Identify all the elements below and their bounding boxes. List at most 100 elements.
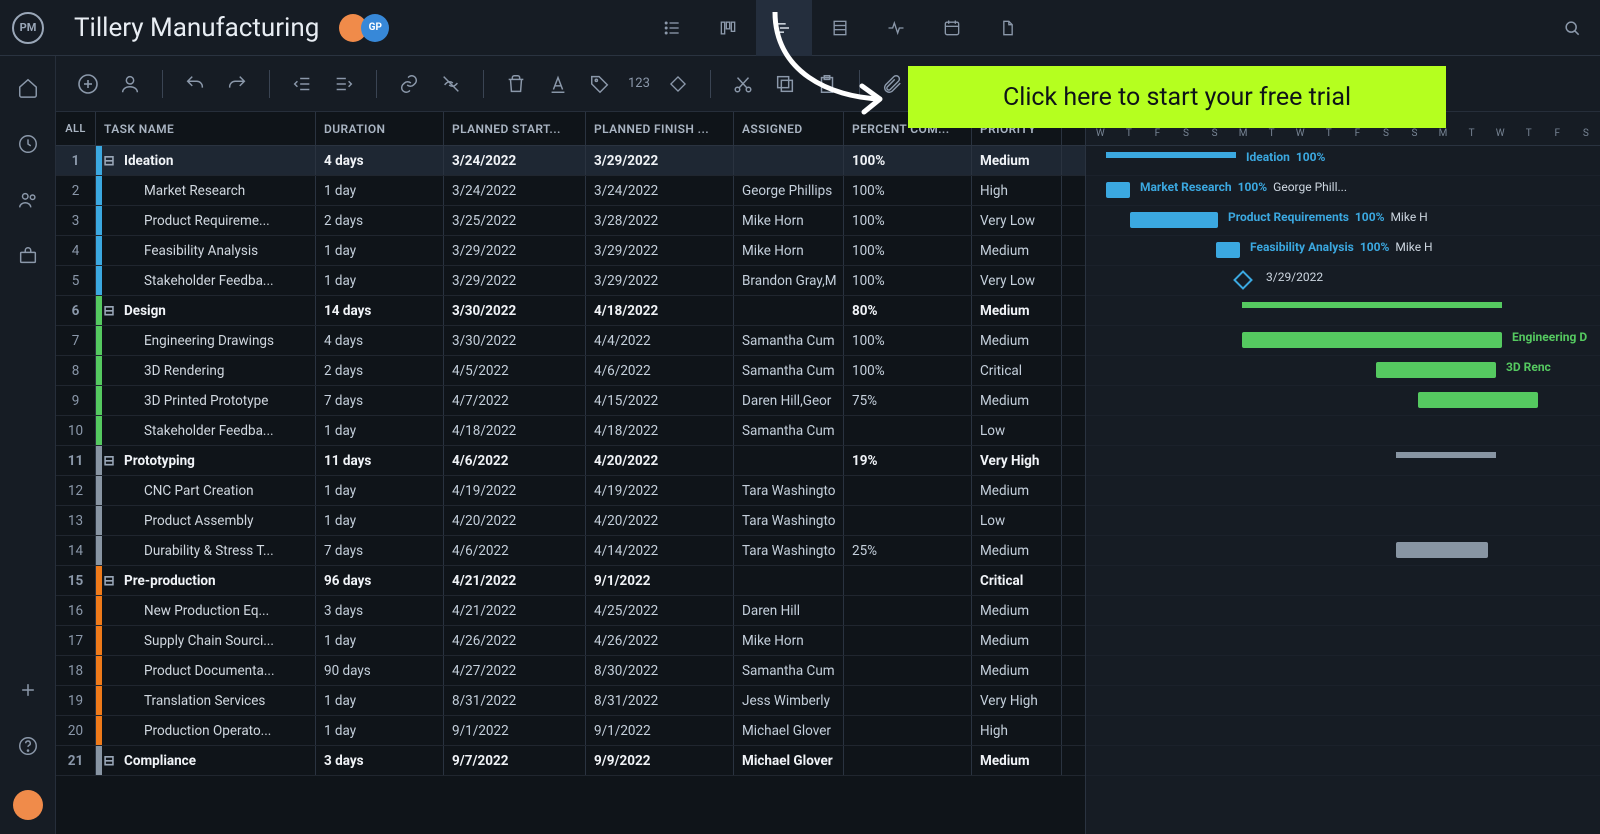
priority-cell[interactable]: Critical <box>972 566 1062 595</box>
app-logo[interactable]: PM <box>0 12 56 44</box>
expand-toggle[interactable]: ⊟ <box>102 153 116 169</box>
task-row[interactable]: 10Stakeholder Feedba...1 day4/18/20224/1… <box>56 416 1085 446</box>
redo-button[interactable] <box>223 70 251 98</box>
team-icon[interactable] <box>16 188 40 212</box>
priority-cell[interactable]: Very Low <box>972 266 1062 295</box>
planned-start-cell[interactable]: 4/18/2022 <box>444 416 586 445</box>
col-all[interactable]: ALL <box>56 112 96 145</box>
duration-cell[interactable]: 3 days <box>316 746 444 775</box>
assigned-cell[interactable] <box>734 296 844 325</box>
assigned-cell[interactable]: Samantha Cum <box>734 416 844 445</box>
paste-button[interactable] <box>813 70 841 98</box>
priority-cell[interactable]: Medium <box>972 296 1062 325</box>
number-format-button[interactable]: 123 <box>628 70 650 98</box>
assigned-cell[interactable]: Tara Washingto <box>734 476 844 505</box>
gantt-bar[interactable] <box>1376 362 1496 378</box>
assigned-cell[interactable]: Daren Hill,Geor <box>734 386 844 415</box>
planned-start-cell[interactable]: 4/19/2022 <box>444 476 586 505</box>
add-task-button[interactable] <box>74 70 102 98</box>
duration-cell[interactable]: 4 days <box>316 326 444 355</box>
percent-cell[interactable]: 100% <box>844 266 972 295</box>
task-row[interactable]: 19Translation Services1 day8/31/20228/31… <box>56 686 1085 716</box>
percent-cell[interactable] <box>844 686 972 715</box>
outdent-button[interactable] <box>288 70 316 98</box>
gantt-bar[interactable] <box>1396 452 1496 458</box>
percent-cell[interactable]: 80% <box>844 296 972 325</box>
calendar-view-tab[interactable] <box>924 0 980 56</box>
task-row[interactable]: 5Stakeholder Feedba...1 day3/29/20223/29… <box>56 266 1085 296</box>
undo-button[interactable] <box>181 70 209 98</box>
copy-button[interactable] <box>771 70 799 98</box>
planned-start-cell[interactable]: 3/24/2022 <box>444 146 586 175</box>
gantt-bar[interactable] <box>1242 332 1502 348</box>
planned-start-cell[interactable]: 4/26/2022 <box>444 626 586 655</box>
priority-cell[interactable]: Medium <box>972 236 1062 265</box>
priority-cell[interactable]: Very High <box>972 446 1062 475</box>
planned-start-cell[interactable]: 9/1/2022 <box>444 716 586 745</box>
planned-start-cell[interactable]: 4/20/2022 <box>444 506 586 535</box>
priority-cell[interactable]: Medium <box>972 656 1062 685</box>
text-color-button[interactable] <box>544 70 572 98</box>
planned-finish-cell[interactable]: 4/20/2022 <box>586 446 734 475</box>
priority-cell[interactable]: Critical <box>972 356 1062 385</box>
priority-cell[interactable]: Medium <box>972 146 1062 175</box>
task-row[interactable]: 17Supply Chain Sourci...1 day4/26/20224/… <box>56 626 1085 656</box>
duration-cell[interactable]: 90 days <box>316 656 444 685</box>
expand-toggle[interactable]: ⊟ <box>102 303 116 319</box>
planned-start-cell[interactable]: 4/27/2022 <box>444 656 586 685</box>
duration-cell[interactable]: 1 day <box>316 266 444 295</box>
expand-toggle[interactable]: ⊟ <box>102 573 116 589</box>
link-button[interactable] <box>395 70 423 98</box>
planned-finish-cell[interactable]: 3/29/2022 <box>586 236 734 265</box>
percent-cell[interactable]: 100% <box>844 236 972 265</box>
duration-cell[interactable]: 1 day <box>316 476 444 505</box>
planned-finish-cell[interactable]: 4/26/2022 <box>586 626 734 655</box>
task-row[interactable]: 3Product Requireme...2 days3/25/20223/28… <box>56 206 1085 236</box>
priority-cell[interactable]: Very Low <box>972 206 1062 235</box>
priority-cell[interactable]: High <box>972 716 1062 745</box>
duration-cell[interactable]: 4 days <box>316 146 444 175</box>
task-row[interactable]: 14Durability & Stress T...7 days4/6/2022… <box>56 536 1085 566</box>
duration-cell[interactable]: 7 days <box>316 386 444 415</box>
priority-cell[interactable]: Medium <box>972 476 1062 505</box>
priority-cell[interactable]: Low <box>972 506 1062 535</box>
col-planned-start[interactable]: PLANNED START... <box>444 112 586 145</box>
task-row[interactable]: 11⊟Prototyping11 days4/6/20224/20/202219… <box>56 446 1085 476</box>
gantt-chart[interactable]: , 20 '22MAR, 27 '22APR, 3 '22 WTFSSMTWTF… <box>1086 112 1600 834</box>
task-row[interactable]: 15⊟Pre-production96 days4/21/20229/1/202… <box>56 566 1085 596</box>
task-row[interactable]: 7Engineering Drawings4 days3/30/20224/4/… <box>56 326 1085 356</box>
attach-button[interactable] <box>878 70 906 98</box>
assigned-cell[interactable]: Mike Horn <box>734 206 844 235</box>
planned-finish-cell[interactable]: 8/31/2022 <box>586 686 734 715</box>
planned-finish-cell[interactable]: 4/18/2022 <box>586 416 734 445</box>
percent-cell[interactable] <box>844 656 972 685</box>
assigned-cell[interactable]: Michael Glover <box>734 746 844 775</box>
gantt-bar[interactable] <box>1242 302 1502 308</box>
recent-icon[interactable] <box>16 132 40 156</box>
portfolio-icon[interactable] <box>16 244 40 268</box>
planned-start-cell[interactable]: 3/30/2022 <box>444 296 586 325</box>
col-planned-finish[interactable]: PLANNED FINISH ... <box>586 112 734 145</box>
task-row[interactable]: 12CNC Part Creation1 day4/19/20224/19/20… <box>56 476 1085 506</box>
priority-cell[interactable]: Medium <box>972 536 1062 565</box>
task-row[interactable]: 4Feasibility Analysis1 day3/29/20223/29/… <box>56 236 1085 266</box>
cut-button[interactable] <box>729 70 757 98</box>
duration-cell[interactable]: 96 days <box>316 566 444 595</box>
percent-cell[interactable]: 100% <box>844 356 972 385</box>
gantt-bar[interactable] <box>1396 542 1488 558</box>
planned-start-cell[interactable]: 4/21/2022 <box>444 566 586 595</box>
member-avatars[interactable]: GP <box>339 14 389 42</box>
gantt-view-tab[interactable] <box>756 0 812 56</box>
percent-cell[interactable] <box>844 746 972 775</box>
priority-cell[interactable]: Low <box>972 416 1062 445</box>
col-assigned[interactable]: ASSIGNED <box>734 112 844 145</box>
gantt-bar[interactable] <box>1130 212 1218 228</box>
assigned-cell[interactable]: Daren Hill <box>734 596 844 625</box>
percent-cell[interactable] <box>844 416 972 445</box>
tag-button[interactable] <box>586 70 614 98</box>
list-view-tab[interactable] <box>644 0 700 56</box>
task-row[interactable]: 6⊟Design14 days3/30/20224/18/202280%Medi… <box>56 296 1085 326</box>
col-dur[interactable]: DURATION <box>316 112 444 145</box>
planned-finish-cell[interactable]: 9/1/2022 <box>586 716 734 745</box>
task-row[interactable]: 1⊟Ideation4 days3/24/20223/29/2022100%Me… <box>56 146 1085 176</box>
